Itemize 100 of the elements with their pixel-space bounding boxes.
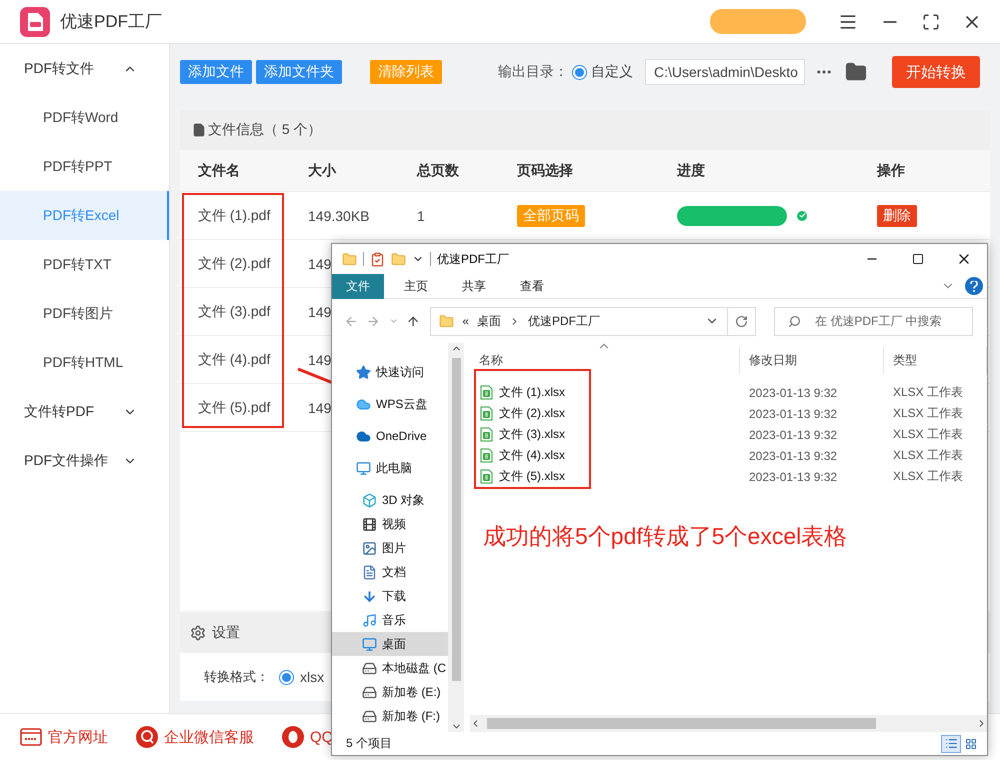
maximize-icon[interactable] — [922, 12, 940, 30]
start-button[interactable]: 开始转换 — [892, 56, 980, 88]
details-view-button[interactable] — [941, 734, 961, 752]
column-header: 页码选择 — [517, 162, 574, 180]
file-type: XLSX 工作表 — [892, 468, 964, 485]
help-icon[interactable] — [965, 277, 983, 295]
table-cell: 文件 (1).pdf — [198, 206, 270, 224]
delete-button[interactable]: 删除 — [877, 204, 917, 226]
list-icon — [944, 737, 958, 750]
file-type: XLSX 工作表 — [892, 447, 964, 464]
drive-icon — [362, 708, 377, 724]
column-header: 总页数 — [417, 162, 460, 180]
file-type: XLSX 工作表 — [892, 426, 964, 443]
nav-item[interactable]: 新加卷 (F:) — [332, 704, 448, 728]
desktop-icon — [362, 636, 377, 652]
drive-icon — [362, 684, 377, 700]
scrollbar[interactable] — [448, 343, 464, 732]
properties-icon[interactable] — [370, 252, 385, 266]
computer-icon — [356, 460, 371, 476]
column-header: 进度 — [677, 162, 706, 180]
document-icon — [362, 564, 377, 580]
spreadsheet-icon — [480, 469, 493, 484]
nav-item[interactable]: 快速访问 — [332, 360, 448, 384]
table-cell: 149 — [308, 400, 332, 416]
column-header: 大小 — [308, 162, 338, 180]
refresh-icon — [735, 314, 748, 328]
sidebar-item[interactable]: PDF转TXT — [0, 240, 169, 289]
grid-icon — [965, 738, 977, 750]
file-name: 文件 (1).xlsx — [499, 384, 565, 401]
file-row[interactable]: 文件 (4).xlsx 2023-01-13 9:32 XLSX 工作表 — [470, 445, 987, 466]
sidebar-group[interactable]: PDF转文件 — [0, 44, 169, 93]
cloud-icon — [356, 396, 371, 412]
radio-label: xlsx — [300, 669, 324, 685]
column-header[interactable]: 修改日期 — [740, 347, 884, 374]
sidebar-item[interactable]: PDF转Word — [0, 93, 169, 142]
file-row[interactable]: 文件 (1).xlsx 2023-01-13 9:32 XLSX 工作表 — [470, 382, 987, 403]
ribbon-tab[interactable]: 主页 — [390, 274, 442, 298]
radio-button[interactable] — [572, 64, 587, 80]
ribbon-tab[interactable]: 文件 — [332, 274, 384, 298]
ribbon-tab[interactable]: 共享 — [448, 274, 500, 298]
sidebar-item[interactable]: PDF转HTML — [0, 338, 169, 387]
sidebar-group[interactable]: 文件转PDF — [0, 387, 169, 436]
window-title: 优速PDF工厂 — [437, 250, 509, 268]
nav-item[interactable]: OneDrive — [332, 424, 448, 448]
scrollbar[interactable] — [470, 715, 987, 732]
settings-icon — [190, 625, 206, 641]
up-icon[interactable] — [406, 314, 420, 328]
nav-item[interactable]: 视频 — [332, 512, 448, 536]
page-range-tag: 全部页码 — [517, 204, 585, 226]
nav-item[interactable]: 新加卷 (E:) — [332, 680, 448, 704]
file-name: 文件 (2).xlsx — [499, 405, 565, 422]
table-cell: 1 — [417, 208, 425, 224]
radio-label: 自定义 — [591, 63, 633, 81]
file-icon — [192, 123, 206, 137]
sidebar-item[interactable]: PDF转PPT — [0, 142, 169, 191]
spreadsheet-icon — [480, 385, 493, 400]
nav-item[interactable]: 音乐 — [332, 608, 448, 632]
nav-item[interactable]: WPS云盘 — [332, 392, 448, 416]
format-label: 转换格式： — [204, 668, 269, 686]
footer-link[interactable]: 企业微信客服 — [136, 726, 254, 748]
app-title: 优速PDF工厂 — [60, 11, 162, 33]
sidebar-group[interactable]: PDF文件操作 — [0, 436, 169, 485]
panel-title: 文件信息（ 5 个） — [208, 121, 322, 139]
nav-item[interactable]: 桌面 — [332, 632, 448, 656]
table-cell: 149.30KB — [308, 208, 370, 224]
table-cell: 文件 (2).pdf — [198, 254, 270, 272]
picture-icon — [362, 540, 377, 556]
search-field[interactable]: 在 优速PDF工厂 中搜索 — [774, 306, 974, 336]
file-name: 文件 (4).xlsx — [499, 447, 565, 464]
footer-link[interactable]: 官方网址 — [20, 728, 108, 746]
file-type: XLSX 工作表 — [892, 384, 964, 401]
nav-item[interactable]: 下载 — [332, 584, 448, 608]
folder-icon — [342, 252, 357, 266]
spreadsheet-icon — [480, 448, 493, 463]
file-row[interactable]: 文件 (2).xlsx 2023-01-13 9:32 XLSX 工作表 — [470, 403, 987, 424]
column-header[interactable]: 类型 — [884, 347, 987, 374]
path-field[interactable]: C:\Users\admin\Deskto — [645, 59, 805, 85]
radio-button[interactable] — [279, 670, 294, 684]
address-bar[interactable]: « 桌面 优速PDF工厂 — [430, 306, 756, 336]
table-cell: 149 — [308, 304, 332, 320]
ribbon-tab[interactable]: 查看 — [506, 274, 558, 298]
table-cell: 文件 (4).pdf — [198, 350, 270, 368]
search-icon — [788, 314, 802, 328]
nav-item[interactable]: 3D 对象 — [332, 488, 448, 512]
table-cell: 文件 (3).pdf — [198, 302, 270, 320]
download-icon — [362, 588, 377, 604]
folder-icon[interactable] — [845, 61, 867, 83]
nav-item[interactable]: 图片 — [332, 536, 448, 560]
nav-item[interactable]: 文档 — [332, 560, 448, 584]
settings-title: 设置 — [212, 624, 240, 642]
column-header: 文件名 — [198, 162, 241, 180]
nav-item[interactable]: 本地磁盘 (C — [332, 656, 448, 680]
file-row[interactable]: 文件 (5).xlsx 2023-01-13 9:32 XLSX 工作表 — [470, 466, 987, 487]
column-header[interactable]: 名称 — [470, 347, 740, 374]
file-row[interactable]: 文件 (3).xlsx 2023-01-13 9:32 XLSX 工作表 — [470, 424, 987, 445]
star-icon — [356, 364, 371, 380]
file-type: XLSX 工作表 — [892, 405, 964, 422]
file-name: 文件 (3).xlsx — [499, 426, 565, 443]
nav-item[interactable]: 此电脑 — [332, 456, 448, 480]
sidebar-item[interactable]: PDF转图片 — [0, 289, 169, 338]
